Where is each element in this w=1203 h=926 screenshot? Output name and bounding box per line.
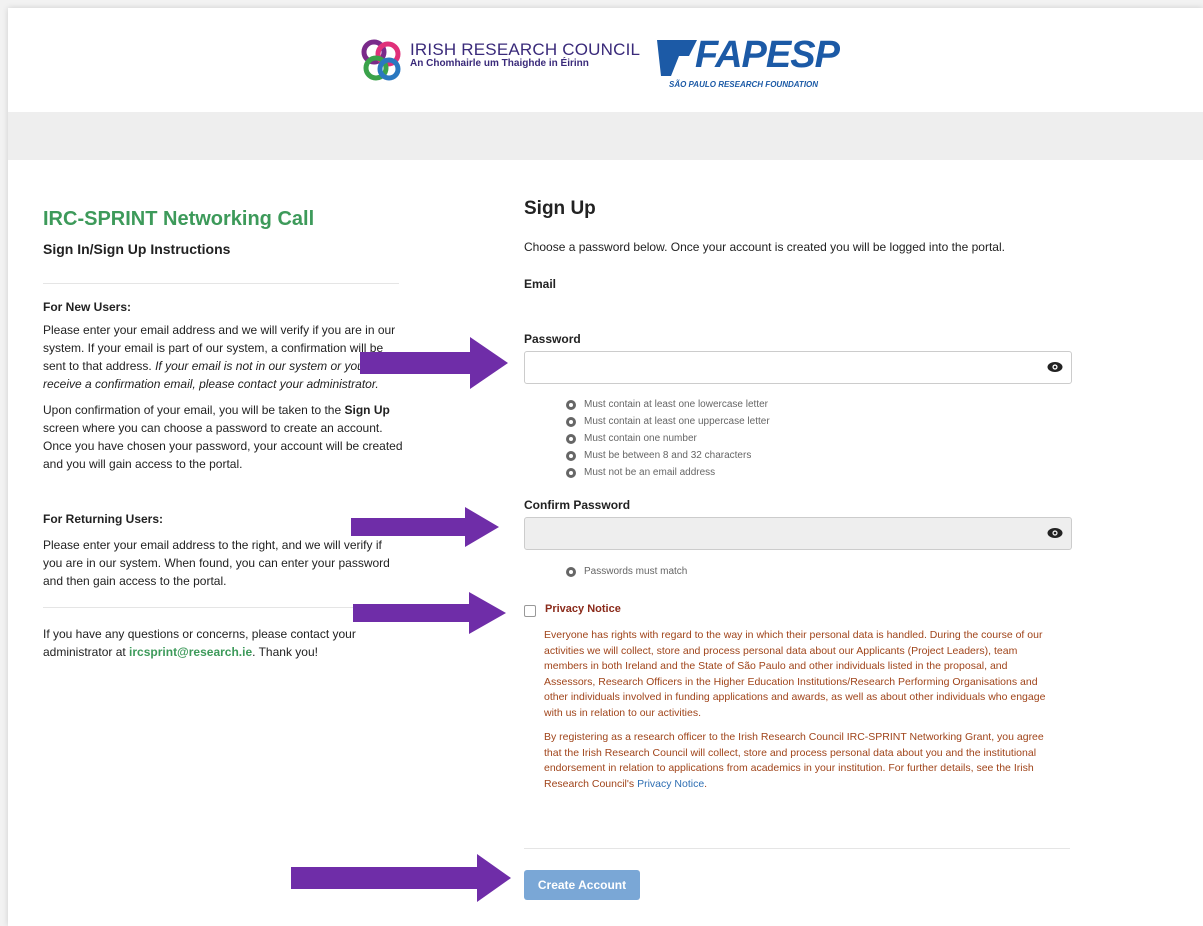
password-rule-text: Must not be an email address bbox=[584, 467, 716, 478]
create-account-button[interactable]: Create Account bbox=[524, 870, 640, 900]
contact-text-end: . Thank you! bbox=[252, 645, 318, 659]
password-rule-text: Must be between 8 and 32 characters bbox=[584, 450, 752, 461]
annotation-arrow-icon bbox=[291, 854, 511, 902]
page: IRISH RESEARCH COUNCIL An Chomhairle um … bbox=[8, 8, 1203, 926]
rule-status-icon bbox=[566, 399, 576, 410]
sign-up-intro: Choose a password below. Once your accou… bbox=[524, 240, 1005, 254]
instructions-panel: IRC-SPRINT Networking Call Sign In/Sign … bbox=[43, 208, 403, 661]
password-rule: Must not be an email address bbox=[566, 464, 770, 481]
privacy-notice-text: Everyone has rights with regard to the w… bbox=[544, 628, 1056, 801]
confirm-rule-text: Passwords must match bbox=[584, 566, 688, 577]
rule-status-icon bbox=[566, 450, 576, 461]
password-rule: Must contain at least one uppercase lett… bbox=[566, 413, 770, 430]
fapesp-logo-subtitle: SÃO PAULO RESEARCH FOUNDATION bbox=[669, 80, 819, 89]
contact-paragraph: If you have any questions or concerns, p… bbox=[43, 625, 403, 661]
divider bbox=[43, 283, 399, 284]
returning-users-paragraph: Please enter your email address to the r… bbox=[43, 538, 390, 588]
annotation-arrow-icon bbox=[353, 592, 506, 634]
password-rule: Must contain one number bbox=[566, 430, 770, 447]
password-rule: Must be between 8 and 32 characters bbox=[566, 447, 770, 464]
new-users-paragraph-1: Please enter your email address and we w… bbox=[43, 321, 403, 393]
privacy-notice-link[interactable]: Privacy Notice bbox=[637, 778, 704, 790]
new-users-text: screen where you can choose a password t… bbox=[43, 421, 403, 471]
divider bbox=[524, 848, 1070, 849]
privacy-paragraph-1: Everyone has rights with regard to the w… bbox=[544, 629, 1046, 719]
confirm-password-field[interactable] bbox=[524, 517, 1072, 550]
contact-email-link[interactable]: ircsprint@research.ie bbox=[129, 645, 252, 659]
password-rule-text: Must contain at least one uppercase lett… bbox=[584, 416, 770, 427]
password-rules-list: Must contain at least one lowercase lett… bbox=[566, 396, 770, 481]
call-title: IRC-SPRINT Networking Call bbox=[43, 208, 315, 230]
password-label: Password bbox=[524, 332, 581, 346]
sign-up-title: Sign Up bbox=[524, 198, 596, 219]
new-users-paragraph-2: Upon confirmation of your email, you wil… bbox=[43, 401, 403, 473]
header: IRISH RESEARCH COUNCIL An Chomhairle um … bbox=[8, 8, 1203, 112]
irc-logo-name: IRISH RESEARCH COUNCIL bbox=[410, 40, 641, 59]
privacy-paragraph-2: By registering as a research officer to … bbox=[544, 730, 1056, 792]
rule-status-icon bbox=[566, 566, 576, 577]
confirm-rule: Passwords must match bbox=[566, 563, 687, 580]
rule-status-icon bbox=[566, 433, 576, 444]
instructions-subtitle: Sign In/Sign Up Instructions bbox=[43, 241, 231, 257]
sign-up-form: Sign Up Choose a password below. Once yo… bbox=[524, 198, 1072, 900]
irc-logo-mark-icon bbox=[361, 39, 401, 81]
show-password-eye-icon[interactable] bbox=[1047, 360, 1063, 374]
nav-band bbox=[8, 112, 1203, 160]
confirm-rules-list: Passwords must match bbox=[566, 563, 687, 580]
fapesp-logo-name: FAPESP bbox=[695, 34, 840, 76]
irc-logo-subtitle: An Chomhairle um Thaighde in Éirinn bbox=[410, 58, 589, 69]
password-field[interactable] bbox=[524, 351, 1072, 384]
password-rule: Must contain at least one lowercase lett… bbox=[566, 396, 770, 413]
returning-users-heading: For Returning Users: bbox=[43, 512, 164, 526]
privacy-notice-label[interactable]: Privacy Notice bbox=[545, 603, 621, 615]
privacy-checkbox[interactable] bbox=[524, 605, 536, 617]
rule-status-icon bbox=[566, 467, 576, 478]
email-label: Email bbox=[524, 277, 557, 291]
password-rule-text: Must contain one number bbox=[584, 433, 697, 444]
show-confirm-password-eye-icon[interactable] bbox=[1047, 526, 1063, 540]
sign-up-emphasis: Sign Up bbox=[344, 403, 390, 417]
privacy-paragraph-2-end: . bbox=[704, 777, 708, 790]
annotation-arrow-icon bbox=[360, 337, 508, 389]
privacy-paragraph-2-text: By registering as a research officer to … bbox=[544, 731, 1044, 790]
divider bbox=[43, 607, 399, 608]
new-users-text: Upon confirmation of your email, you wil… bbox=[43, 403, 342, 417]
confirm-password-label: Confirm Password bbox=[524, 498, 631, 512]
new-users-heading: For New Users: bbox=[43, 300, 132, 314]
fapesp-logo: FAPESP SÃO PAULO RESEARCH FOUNDATION bbox=[653, 32, 853, 92]
irc-logo: IRISH RESEARCH COUNCIL An Chomhairle um … bbox=[356, 36, 640, 86]
annotation-arrow-icon bbox=[351, 507, 499, 547]
password-rule-text: Must contain at least one lowercase lett… bbox=[584, 399, 768, 410]
rule-status-icon bbox=[566, 416, 576, 427]
